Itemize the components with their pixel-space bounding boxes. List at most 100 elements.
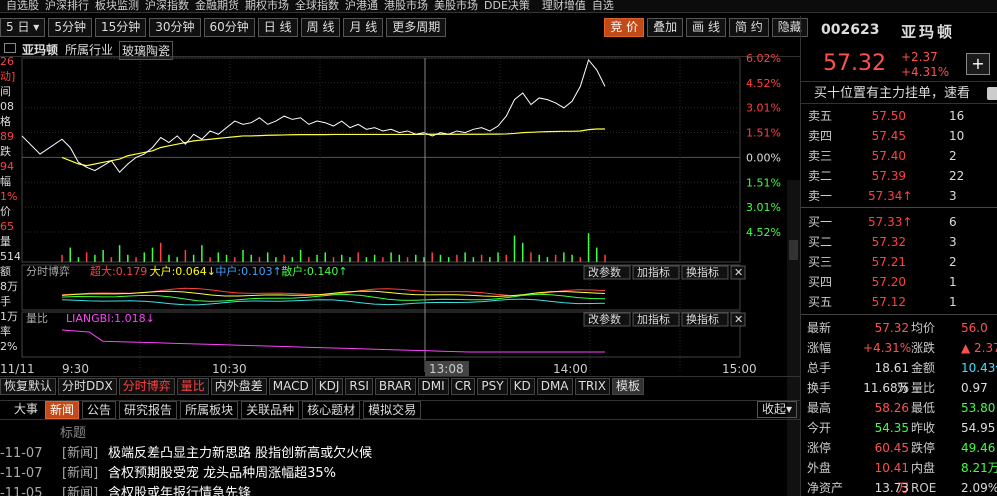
bid-volume: 1 <box>949 275 957 289</box>
bid-row[interactable]: 买一 57.33↑ 6 <box>801 212 997 232</box>
stat-row: 涨幅 +4.31% 涨跌 ▲ 2.37 <box>801 338 997 358</box>
indicator-tab[interactable]: 分时博弈 <box>118 377 175 395</box>
indicator-button[interactable]: 改参数 <box>583 312 631 327</box>
level2-ad-link[interactable]: 买十位置有主力挂单，速看 <box>801 84 997 104</box>
news-item[interactable]: -11-07 [新闻] 极端反差凸显主力新思路 股指创新高或欠火候 <box>0 444 800 464</box>
stat-label: 涨停 <box>807 441 832 455</box>
ask-price: 57.45 <box>871 129 906 143</box>
bid-price: 57.21 <box>871 255 906 269</box>
ask-row[interactable]: 卖一 57.34↑ 3 <box>801 186 997 206</box>
bid-price: 57.12 <box>871 295 906 309</box>
stat-label: ROE <box>911 481 937 495</box>
price-axis-label: 0.00% <box>746 151 781 164</box>
indicator-tab[interactable]: 恢复默认 <box>0 377 57 395</box>
indicator-tab[interactable]: KD <box>509 377 535 395</box>
indicator-button[interactable]: ✕ <box>730 265 746 280</box>
indicator-tab[interactable]: KDJ <box>314 377 344 395</box>
indicator-button[interactable]: 改参数 <box>583 265 631 280</box>
news-tab[interactable]: 所属板块 <box>180 401 239 419</box>
stat-label: 最高 <box>807 401 832 415</box>
stat-row: 今开 54.35 昨收 54.95 <box>801 418 997 438</box>
quote-header: 002623 亚玛顿 <box>801 16 997 42</box>
ask-volume: 2 <box>949 149 957 163</box>
ask-row[interactable]: 卖五 57.50 16 <box>801 106 997 126</box>
indicator-button[interactable]: 换指标 <box>681 312 729 327</box>
stat-label: 涨幅 <box>807 341 832 355</box>
stat-label: 内盘 <box>911 461 936 475</box>
stat-label: 涨跌 <box>911 341 936 355</box>
indicator-button[interactable]: 换指标 <box>681 265 729 280</box>
close-icon: ✕ <box>734 313 743 326</box>
bid-row[interactable]: 买四 57.20 1 <box>801 272 997 292</box>
bid-row[interactable]: 买三 57.21 2 <box>801 252 997 272</box>
ask-price: 57.39 <box>871 169 906 183</box>
stat-row: 净资产 13.73 ROE 2.09% <box>801 478 997 496</box>
news-tab[interactable]: 大事 <box>0 401 42 419</box>
news-title: 含权股或年报行情急先锋 <box>108 486 252 496</box>
price-axis-label: 1.51% <box>746 176 781 189</box>
bid-volume: 1 <box>949 295 957 309</box>
indicator-value: LIANGBI:1.018↓ <box>66 312 155 325</box>
indicator-tab[interactable]: 内外盘差 <box>210 377 267 395</box>
indicator-tab[interactable]: 量比 <box>176 377 209 395</box>
indicator-tab[interactable]: TRIX <box>574 377 610 395</box>
stat-label: 换手 <box>807 381 832 395</box>
stat-row: 换手 11.68% 量比 0.97 <box>801 378 997 398</box>
news-tag: [新闻] <box>62 466 99 481</box>
scroll-thumb[interactable] <box>789 240 798 260</box>
ask-row[interactable]: 卖二 57.39 22 <box>801 166 997 186</box>
indicator-tab[interactable]: BRAR <box>374 377 416 395</box>
collapse-button[interactable]: 收起▾ <box>757 401 798 418</box>
indicator-button[interactable]: ✕ <box>730 312 746 327</box>
news-item[interactable]: -11-05 [新闻] 含权股或年报行情急先锋 <box>0 484 800 496</box>
stat-value: 0.97 <box>961 381 988 395</box>
stat-value: 13.73 <box>874 481 909 495</box>
close-icon: ✕ <box>734 266 743 279</box>
stat-label: 均价 <box>911 321 936 335</box>
indicator-tab[interactable]: 分时DDX <box>58 377 117 395</box>
news-item[interactable]: -11-07 [新闻] 含权预期股受宠 龙头品种周涨幅超35% <box>0 464 800 484</box>
stat-row: 涨停 60.45 跌停 49.46 <box>801 438 997 458</box>
book-divider <box>801 207 997 208</box>
indicator-tab[interactable]: MACD <box>268 377 313 395</box>
indicator-tab[interactable]: DMA <box>536 377 573 395</box>
bid-label: 买四 <box>808 275 833 289</box>
bid-label: 买二 <box>808 235 833 249</box>
stat-label: 外盘 <box>807 461 832 475</box>
intraday-chart[interactable]: 6.02% 4.52% 3.01% 1.51% 0.00% 1.51% 3.01% 4.52%… <box>0 0 800 378</box>
ask-label: 卖三 <box>808 149 833 163</box>
news-tab[interactable]: 公告 <box>82 401 117 419</box>
news-date: -11-05 <box>0 486 43 496</box>
news-tab[interactable]: 核心题材 <box>302 401 361 419</box>
indicator-tab[interactable]: DMI <box>417 377 449 395</box>
ask-row[interactable]: 卖四 57.45 10 <box>801 126 997 146</box>
bid-price: 57.32 <box>871 235 906 249</box>
ask-row[interactable]: 卖三 57.40 2 <box>801 146 997 166</box>
time-axis-label: 13:08 <box>429 362 464 376</box>
news-date: -11-07 <box>0 466 43 481</box>
indicator-button-label: 加指标 <box>637 312 670 326</box>
news-title: 含权预期股受宠 龙头品种周涨幅超35% <box>108 466 337 481</box>
indicator-tab[interactable]: PSY <box>477 377 508 395</box>
indicator-value: 散户:0.140↑ <box>281 264 347 278</box>
indicator-tab[interactable]: CR <box>450 377 476 395</box>
indicator-button[interactable]: 加指标 <box>632 265 680 280</box>
news-tab[interactable]: 研究报告 <box>119 401 178 419</box>
ask-label: 卖四 <box>808 129 833 143</box>
indicator-tab[interactable]: RSI <box>345 377 373 395</box>
news-tab[interactable]: 关联品种 <box>241 401 300 419</box>
stat-label: 今开 <box>807 421 832 435</box>
stat-value: 2.09% <box>961 481 997 495</box>
stat-row: 总手18.61万金额10.43亿 <box>801 358 997 395</box>
news-tab[interactable]: 模拟交易 <box>363 401 422 419</box>
bid-row[interactable]: 买二 57.32 3 <box>801 232 997 252</box>
stat-value: 8.21万 <box>961 461 997 475</box>
indicator-tab[interactable]: 模板 <box>611 377 644 395</box>
indicator-button[interactable]: 加指标 <box>632 312 680 327</box>
bid-volume: 6 <box>949 215 957 229</box>
news-tab[interactable]: 新闻 <box>45 401 80 419</box>
add-watchlist-button[interactable]: + <box>966 53 990 75</box>
stat-label: 跌停 <box>911 441 936 455</box>
price-axis-label: 4.52% <box>746 226 781 239</box>
bid-row[interactable]: 买五 57.12 1 <box>801 292 997 312</box>
